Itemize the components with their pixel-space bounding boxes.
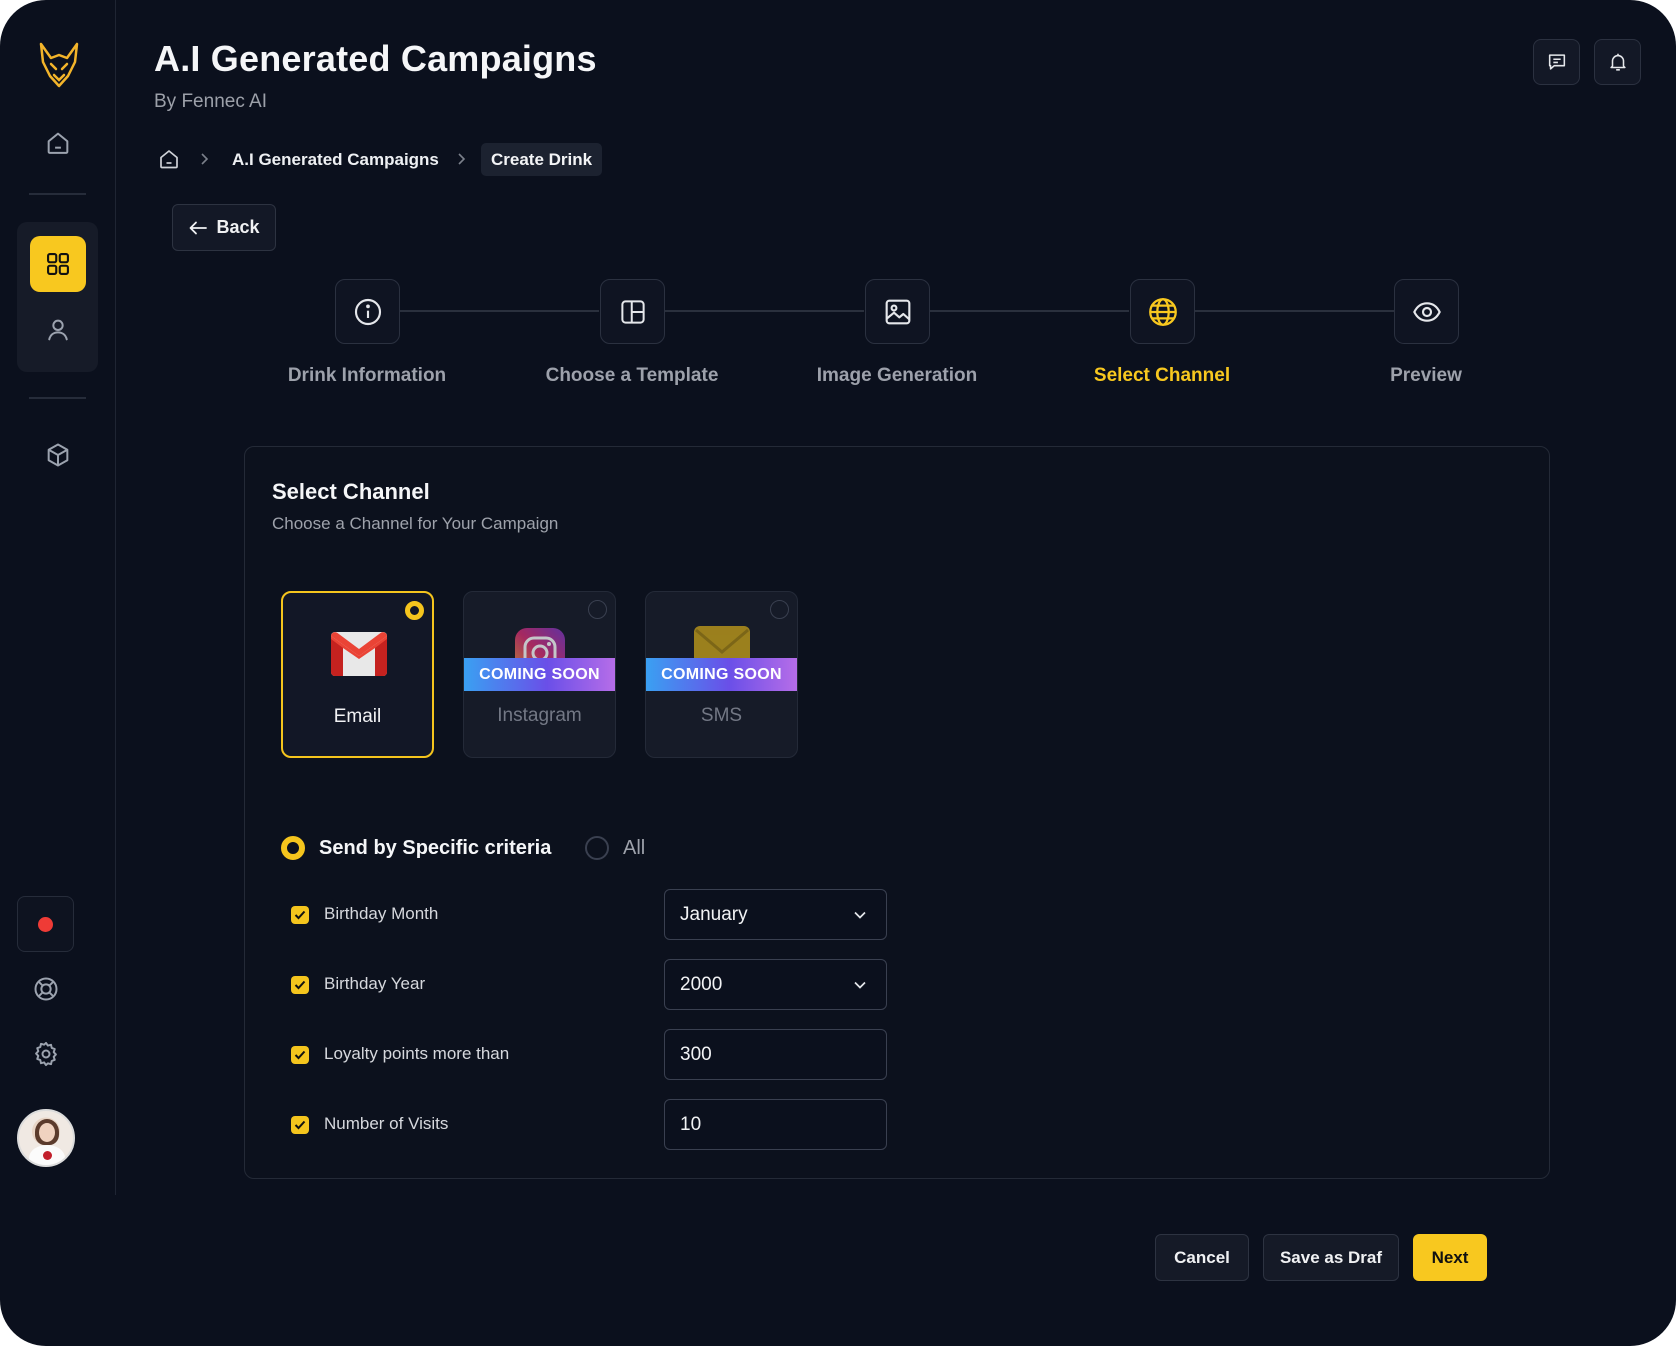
step-label-active: Select Channel (1093, 365, 1231, 386)
bell-icon[interactable] (1594, 39, 1641, 85)
step-connector (930, 310, 1129, 312)
coming-soon-badge: COMING SOON (464, 658, 615, 691)
back-label: Back (216, 217, 260, 237)
checkbox-loyalty-points[interactable] (291, 1046, 309, 1064)
cube-icon[interactable] (30, 427, 86, 483)
channel-label: SMS (700, 705, 743, 726)
step-label: Drink Information (287, 365, 447, 386)
message-icon[interactable] (1533, 39, 1580, 85)
avatar[interactable] (17, 1109, 75, 1167)
eye-icon (1412, 301, 1441, 322)
radio-label-all: All (623, 837, 646, 859)
check-icon (294, 1050, 306, 1060)
input-value: 10 (680, 1113, 702, 1135)
app-window: A.I Generated Campaigns By Fennec AI A.I… (0, 0, 1676, 1346)
channel-label: Email (333, 706, 382, 727)
step-select-channel[interactable] (1130, 279, 1195, 344)
page-subtitle: By Fennec AI (154, 91, 268, 112)
check-icon (294, 1120, 306, 1130)
radio-specific-criteria[interactable] (281, 836, 305, 860)
breadcrumb-current: Create Drink (481, 143, 603, 176)
loyalty-points-input[interactable]: 300 (664, 1029, 887, 1080)
radio-label-specific: Send by Specific criteria (319, 837, 552, 859)
template-icon (620, 299, 645, 324)
step-connector (400, 310, 599, 312)
step-label: Choose a Template (545, 365, 719, 386)
globe-icon (1148, 297, 1177, 326)
birthday-month-select[interactable]: January (664, 889, 887, 940)
channel-radio (770, 600, 789, 619)
grid-icon[interactable] (30, 236, 86, 292)
gmail-icon (331, 632, 387, 676)
criteria-label: Number of Visits (324, 1114, 449, 1133)
check-icon (294, 910, 306, 920)
channel-email[interactable]: Email (281, 591, 434, 758)
channel-label: Instagram (497, 705, 582, 726)
select-value: January (680, 903, 748, 925)
info-icon (354, 298, 381, 325)
lifebuoy-icon[interactable] (18, 961, 74, 1017)
chevron-right-icon (455, 152, 467, 171)
back-button[interactable]: Back (172, 204, 276, 251)
card-subtitle: Choose a Channel for Your Campaign (272, 514, 559, 533)
number-of-visits-input[interactable]: 10 (664, 1099, 887, 1150)
chevron-down-icon (854, 911, 866, 919)
checkbox-number-of-visits[interactable] (291, 1116, 309, 1134)
sidebar (0, 0, 116, 1195)
record-button[interactable] (17, 896, 74, 952)
sidebar-divider (29, 193, 86, 195)
check-icon (294, 980, 306, 990)
channel-radio[interactable] (405, 601, 424, 620)
criteria-label: Birthday Month (324, 904, 439, 923)
image-icon (885, 299, 910, 324)
channel-radio (588, 600, 607, 619)
breadcrumb-home-icon[interactable] (157, 147, 181, 176)
select-value: 2000 (680, 973, 723, 995)
criteria-label: Loyalty points more than (324, 1044, 510, 1063)
card-title: Select Channel (272, 479, 430, 504)
channel-instagram: COMING SOON Instagram (463, 591, 616, 758)
breadcrumb-campaigns[interactable]: A.I Generated Campaigns (232, 150, 439, 170)
gear-icon[interactable] (18, 1026, 74, 1082)
cancel-button[interactable]: Cancel (1155, 1234, 1249, 1281)
birthday-year-select[interactable]: 2000 (664, 959, 887, 1010)
checkbox-birthday-month[interactable] (291, 906, 309, 924)
arrow-left-icon (190, 221, 208, 234)
step-label: Preview (1390, 365, 1462, 386)
input-value: 300 (680, 1043, 712, 1065)
save-draft-button[interactable]: Save as Draf (1263, 1234, 1399, 1281)
record-icon (38, 916, 53, 932)
chevron-right-icon (198, 152, 210, 171)
checkbox-birthday-year[interactable] (291, 976, 309, 994)
next-button[interactable]: Next (1413, 1234, 1487, 1281)
step-connector (1195, 310, 1394, 312)
channel-sms: COMING SOON SMS (645, 591, 798, 758)
page-title: A.I Generated Campaigns (154, 38, 597, 79)
step-connector (665, 310, 864, 312)
step-choose-template[interactable] (600, 279, 665, 344)
sidebar-divider (29, 397, 86, 399)
step-label: Image Generation (816, 365, 978, 386)
step-image-generation[interactable] (865, 279, 930, 344)
fennec-logo[interactable] (38, 42, 80, 88)
user-icon[interactable] (30, 302, 86, 358)
step-preview[interactable] (1394, 279, 1459, 344)
home-icon[interactable] (30, 115, 86, 171)
coming-soon-badge: COMING SOON (646, 658, 797, 691)
radio-all[interactable] (585, 836, 609, 860)
step-drink-information[interactable] (335, 279, 400, 344)
criteria-label: Birthday Year (324, 974, 426, 993)
chevron-down-icon (854, 981, 866, 989)
channel-card (244, 446, 1550, 1179)
